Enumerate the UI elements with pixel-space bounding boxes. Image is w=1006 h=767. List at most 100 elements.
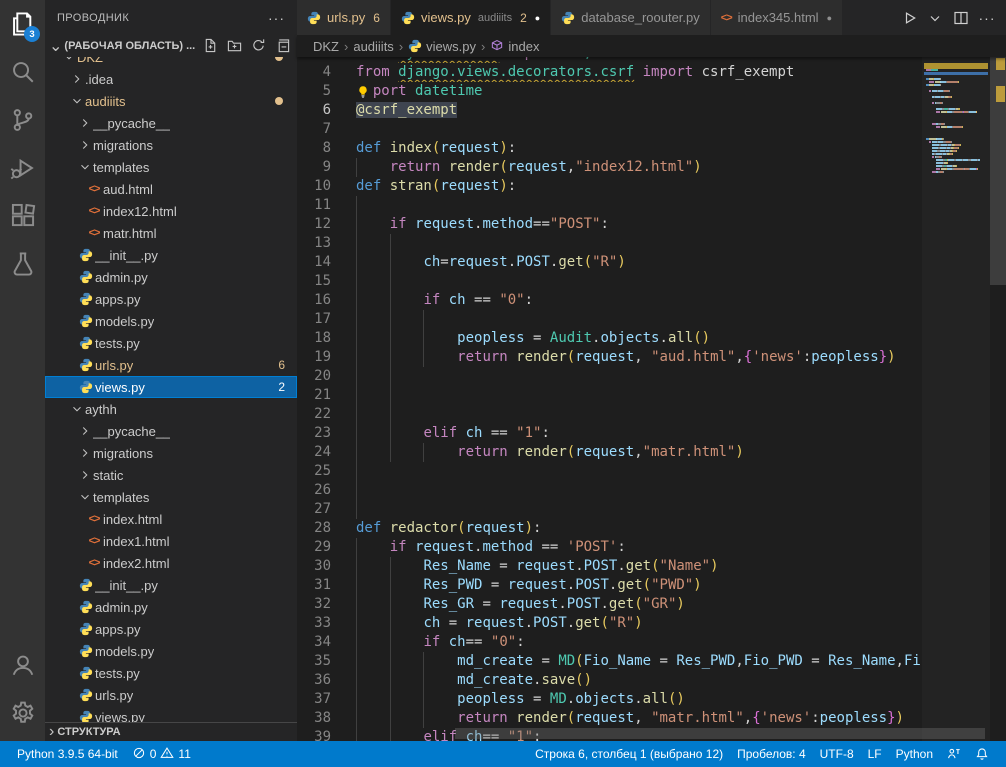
split-editor-icon[interactable] [950,7,972,29]
refresh-icon[interactable] [251,38,267,54]
code-line[interactable]: 36 md_create.save() [297,671,922,690]
explorer-icon[interactable]: 3 [0,0,45,48]
tree-item-index12-html[interactable]: <>index12.html [45,200,297,222]
tree-item-aud-html[interactable]: <>aud.html [45,178,297,200]
code-line[interactable]: 32 Res_GR = request.POST.get("GR") [297,595,922,614]
code-line[interactable]: 11 [297,196,922,215]
tree-item-idea[interactable]: .idea [45,68,297,90]
code-line[interactable]: 18 peopless = Audit.objects.all() [297,329,922,348]
code-line[interactable]: 25 [297,462,922,481]
status-пробелов-4[interactable]: Пробелов: 4 [730,747,813,761]
tree-item-matr-html[interactable]: <>matr.html [45,222,297,244]
tree-item-admin-py[interactable]: admin.py [45,596,297,618]
testing-icon[interactable] [0,240,45,288]
code-line[interactable]: 15 [297,272,922,291]
minimap[interactable] [922,35,990,741]
code-line[interactable]: 26 [297,481,922,500]
code-editor[interactable]: 3from aythh.models import MD,Audit4from … [297,0,1006,741]
status-python[interactable]: Python [889,747,940,761]
code-line[interactable]: 10def stran(request): [297,177,922,196]
outline-section-header[interactable]: › СТРУКТУРА [45,722,297,741]
editor-more-actions-icon[interactable]: ··· [976,7,998,29]
code-line[interactable]: 7 [297,120,922,139]
code-line[interactable]: 5import datetime [297,82,922,101]
code-line[interactable]: 30 Res_Name = request.POST.get("Name") [297,557,922,576]
tab-views-py[interactable]: views.pyaudiiits2● [391,0,551,35]
tree-item-templates[interactable]: templates [45,486,297,508]
code-line[interactable]: 8def index(request): [297,139,922,158]
tree-item-tests-py[interactable]: tests.py [45,332,297,354]
tree-item-views-py[interactable]: views.py2 [45,376,297,398]
code-line[interactable]: 33 ch = request.POST.get("R") [297,614,922,633]
status-python-3-9-5-64-bit[interactable]: Python 3.9.5 64-bit [10,747,125,761]
code-line[interactable]: 34 if ch== "0": [297,633,922,652]
tree-item-apps-py[interactable]: apps.py [45,618,297,640]
tree-item-urls-py[interactable]: urls.py [45,684,297,706]
code-line[interactable]: 24 return render(request,"matr.html") [297,443,922,462]
code-line[interactable]: 35 md_create = MD(Fio_Name = Res_PWD,Fio… [297,652,922,671]
tree-item-init-py[interactable]: __init__.py [45,574,297,596]
code-line[interactable]: 28def redactor(request): [297,519,922,538]
dirty-indicator-icon[interactable]: ● [827,13,832,23]
explorer-more-actions-icon[interactable]: ··· [268,10,285,26]
code-line[interactable]: 22 [297,405,922,424]
source-control-icon[interactable] [0,96,45,144]
tree-item-models-py[interactable]: models.py [45,310,297,332]
code-line[interactable]: 6@csrf_exempt [297,101,922,120]
search-icon[interactable] [0,48,45,96]
run-dropdown-chevron-icon[interactable] [924,7,946,29]
bell-icon[interactable] [968,747,996,761]
tree-item-templates[interactable]: templates [45,156,297,178]
code-line[interactable]: 27 [297,500,922,519]
code-line[interactable]: 4from django.views.decorators.csrf impor… [297,63,922,82]
workspace-section-header[interactable]: ⌄ (РАБОЧАЯ ОБЛАСТЬ) ... [45,35,297,57]
tree-item-init-py[interactable]: __init__.py [45,244,297,266]
tree-item-urls-py[interactable]: urls.py6 [45,354,297,376]
tree-item-pycache[interactable]: __pycache__ [45,420,297,442]
tree-item-admin-py[interactable]: admin.py [45,266,297,288]
tree-item-aythh[interactable]: aythh [45,398,297,420]
tree-item-audiiits[interactable]: audiiits [45,90,297,112]
settings-icon[interactable] [0,689,45,737]
horizontal-scrollbar-thumb[interactable] [455,728,985,739]
new-file-icon[interactable] [203,38,219,54]
tree-item-migrations[interactable]: migrations [45,134,297,156]
collapse-all-icon[interactable] [275,38,291,54]
tree-item-index1-html[interactable]: <>index1.html [45,530,297,552]
tree-item-index-html[interactable]: <>index.html [45,508,297,530]
status-строка-6-столбец-1-выбрано-12[interactable]: Строка 6, столбец 1 (выбрано 12) [528,747,730,761]
status-utf-8[interactable]: UTF-8 [813,747,861,761]
tree-item-models-py[interactable]: models.py [45,640,297,662]
status-lf[interactable]: LF [861,747,889,761]
code-line[interactable]: 29 if request.method == 'POST': [297,538,922,557]
tree-item-index2-html[interactable]: <>index2.html [45,552,297,574]
tab-urls-py[interactable]: urls.py6 [297,0,391,35]
code-line[interactable]: 21 [297,386,922,405]
code-line[interactable]: 20 [297,367,922,386]
tree-item-pycache[interactable]: __pycache__ [45,112,297,134]
lightbulb-icon[interactable] [356,82,373,101]
dirty-indicator-icon[interactable]: ● [535,13,540,23]
tree-item-static[interactable]: static [45,464,297,486]
account-icon[interactable] [0,641,45,689]
breadcrumb-item-index[interactable]: index [490,39,539,54]
vertical-scrollbar[interactable] [990,35,1006,741]
breadcrumb-item-dkz[interactable]: DKZ [313,39,339,54]
code-line[interactable]: 12 if request.method=="POST": [297,215,922,234]
code-line[interactable]: 31 Res_PWD = request.POST.get("PWD") [297,576,922,595]
code-line[interactable]: 14 ch=request.POST.get("R") [297,253,922,272]
code-line[interactable]: 38 return render(request, "matr.html",{'… [297,709,922,728]
breadcrumb-item-views-py[interactable]: views.py [408,39,476,54]
code-line[interactable]: 23 elif ch == "1": [297,424,922,443]
problems-status[interactable]: 011 [125,746,198,763]
breadcrumb-item-audiiits[interactable]: audiiits [353,39,393,54]
new-folder-icon[interactable] [227,38,243,54]
tab-database-roouter-py[interactable]: database_roouter.py [551,0,711,35]
code-line[interactable]: 9 return render(request,"index12.html") [297,158,922,177]
code-line[interactable]: 37 peopless = MD.objects.all() [297,690,922,709]
code-line[interactable]: 16 if ch == "0": [297,291,922,310]
tree-item-migrations[interactable]: migrations [45,442,297,464]
feedback-icon[interactable] [940,747,968,761]
extensions-icon[interactable] [0,192,45,240]
code-line[interactable]: 13 [297,234,922,253]
